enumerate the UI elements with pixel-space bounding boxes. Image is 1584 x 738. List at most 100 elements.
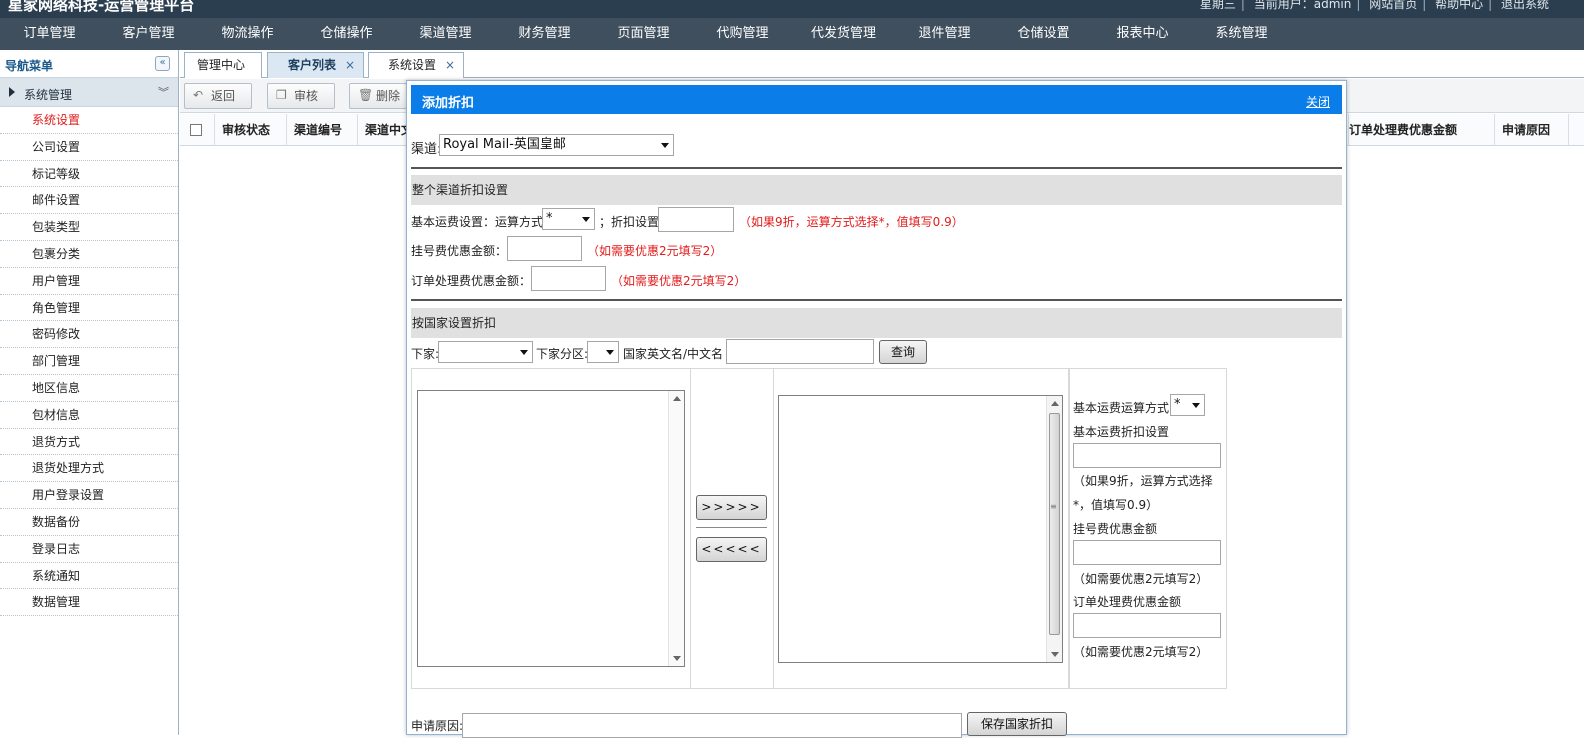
- sidebar-item-material-info[interactable]: 包材信息: [0, 402, 178, 429]
- sidebar-item-login-log[interactable]: 登录日志: [0, 536, 178, 563]
- sidebar-item-password-change[interactable]: 密码修改: [0, 321, 178, 349]
- scroll-up-icon[interactable]: [673, 396, 681, 401]
- channel-label: 渠道:: [411, 142, 442, 157]
- sidebar-item-return-handling[interactable]: 退货处理方式: [0, 455, 178, 483]
- sidebar-item-mark-level[interactable]: 标记等级: [0, 161, 178, 188]
- reason-input[interactable]: [462, 713, 962, 738]
- right-reg-input[interactable]: [1073, 540, 1221, 565]
- nav-purchase-agent[interactable]: 代购管理: [693, 18, 792, 50]
- delete-button[interactable]: 🗑 删除: [349, 83, 407, 109]
- nav-warehouse-operation[interactable]: 仓储操作: [297, 18, 396, 50]
- nav-system-management[interactable]: 系统管理: [1192, 18, 1291, 50]
- customer-label: 下家:: [411, 347, 440, 361]
- move-right-button[interactable]: >>>>>: [696, 495, 767, 520]
- divider: [411, 299, 1342, 301]
- right-order-input[interactable]: [1073, 613, 1221, 638]
- select-all-cell: [180, 114, 215, 146]
- scrollbar[interactable]: [668, 391, 684, 666]
- right-reg-hint: （如需要优惠2元填写2）: [1073, 572, 1209, 586]
- nav-return-management[interactable]: 退件管理: [895, 18, 994, 50]
- sidebar-item-package-type[interactable]: 包装类型: [0, 214, 178, 241]
- sidebar-title: 导航菜单: [5, 59, 54, 73]
- scrollbar[interactable]: ≡: [1046, 396, 1062, 662]
- country-name-input[interactable]: [726, 339, 874, 364]
- scroll-up-icon[interactable]: [1051, 401, 1059, 406]
- col-audit-status[interactable]: 审核状态: [215, 114, 287, 146]
- reg-fee-input[interactable]: [507, 236, 582, 261]
- nav-customer-management[interactable]: 客户管理: [99, 18, 198, 50]
- tab-customer-list[interactable]: 客户列表 ×: [267, 52, 364, 78]
- sidebar-item-system-notice[interactable]: 系统通知: [0, 563, 178, 590]
- right-discount-input[interactable]: [1073, 443, 1221, 468]
- base-fee-operator-select[interactable]: *: [542, 208, 595, 230]
- dialog-close-link[interactable]: 关闭: [1306, 93, 1330, 110]
- close-tab-icon[interactable]: ×: [345, 53, 355, 77]
- right-discount-label: 基本运费折扣设置: [1073, 425, 1170, 439]
- sidebar-item-login-settings[interactable]: 用户登录设置: [0, 482, 178, 509]
- sidebar-item-system-settings[interactable]: 系统设置: [0, 107, 178, 134]
- sidebar-item-role-management[interactable]: 角色管理: [0, 295, 178, 322]
- nav-order-management[interactable]: 订单管理: [0, 18, 99, 50]
- select-all-checkbox[interactable]: [190, 124, 202, 136]
- sidebar-item-region-info[interactable]: 地区信息: [0, 375, 178, 402]
- back-button[interactable]: ↶ 返回: [184, 83, 252, 109]
- collapse-sidebar-icon[interactable]: «: [155, 56, 170, 71]
- right-order-label: 订单处理费优惠金额: [1073, 595, 1182, 609]
- scroll-thumb[interactable]: [1049, 413, 1060, 635]
- col-channel-code[interactable]: 渠道编号: [287, 114, 358, 146]
- sidebar-item-data-management[interactable]: 数据管理: [0, 589, 178, 617]
- audit-button-label: 审核: [294, 89, 319, 103]
- sidebar-item-department-management[interactable]: 部门管理: [0, 348, 178, 375]
- order-fee-label: 订单处理费优惠金额：: [411, 274, 532, 288]
- tab-admin-center[interactable]: 管理中心: [184, 52, 262, 78]
- sidebar-group-system[interactable]: 系统管理 ︾: [0, 78, 178, 107]
- customer-select[interactable]: [438, 341, 533, 363]
- move-left-button[interactable]: <<<<<: [696, 537, 767, 562]
- col-apply-reason[interactable]: 申请原因: [1495, 114, 1569, 146]
- expand-arrow-icon: [9, 87, 15, 97]
- save-country-discount-button[interactable]: 保存国家折扣: [967, 712, 1067, 736]
- site-home-link[interactable]: 网站首页: [1364, 0, 1422, 11]
- nav-page-management[interactable]: 页面管理: [594, 18, 693, 50]
- sidebar-item-mail-settings[interactable]: 邮件设置: [0, 187, 178, 215]
- dropdown-arrow-icon: [1192, 403, 1200, 408]
- dropdown-arrow-icon: [661, 143, 669, 148]
- col-order-fee-discount[interactable]: 订单处理费优惠金额: [1348, 114, 1495, 146]
- selected-countries-list[interactable]: ≡: [778, 395, 1063, 663]
- section-by-country: 按国家设置折扣: [411, 308, 1342, 338]
- dropdown-arrow-icon: [606, 350, 614, 355]
- discount-input[interactable]: [658, 207, 734, 232]
- sidebar-item-data-backup[interactable]: 数据备份: [0, 509, 178, 536]
- right-order-hint: （如需要优惠2元填写2）: [1073, 645, 1209, 659]
- scroll-down-icon[interactable]: [673, 656, 681, 661]
- sidebar-item-user-management[interactable]: 用户管理: [0, 268, 178, 295]
- sidebar-item-return-method[interactable]: 退货方式: [0, 429, 178, 456]
- chevron-double-down-icon[interactable]: ︾: [158, 84, 169, 100]
- nav-report-center[interactable]: 报表中心: [1093, 18, 1192, 50]
- sidebar-item-company-settings[interactable]: 公司设置: [0, 134, 178, 161]
- tab-label: 管理中心: [197, 58, 246, 72]
- tab-label: 客户列表: [288, 58, 337, 72]
- close-tab-icon[interactable]: ×: [445, 53, 455, 77]
- help-center-link[interactable]: 帮助中心: [1430, 0, 1488, 11]
- nav-finance-management[interactable]: 财务管理: [495, 18, 594, 50]
- order-fee-input[interactable]: [531, 266, 606, 291]
- section-whole-channel: 整个渠道折扣设置: [411, 175, 1342, 205]
- sidebar-item-parcel-category[interactable]: 包裹分类: [0, 241, 178, 268]
- audit-button[interactable]: ❐ 审核: [267, 83, 335, 109]
- available-countries-list[interactable]: [417, 390, 685, 667]
- nav-dropship-management[interactable]: 代发货管理: [792, 18, 895, 50]
- query-button[interactable]: 查询: [879, 340, 927, 364]
- country-name-label: 国家英文名/中文名: [623, 347, 724, 361]
- customer-zone-select[interactable]: [587, 341, 619, 363]
- right-discount-hint: （如果9折，运算方式选择*，值填写0.9）: [1073, 474, 1213, 512]
- right-base-op-select[interactable]: *: [1170, 394, 1205, 416]
- channel-select[interactable]: Royal Mail-英国皇邮: [439, 134, 674, 156]
- nav-logistics-operation[interactable]: 物流操作: [198, 18, 297, 50]
- scroll-down-icon[interactable]: [1051, 652, 1059, 657]
- logout-link[interactable]: 退出系统: [1496, 0, 1554, 11]
- nav-channel-management[interactable]: 渠道管理: [396, 18, 495, 50]
- dropdown-arrow-icon: [582, 217, 590, 222]
- nav-warehouse-settings[interactable]: 仓储设置: [994, 18, 1093, 50]
- tab-system-settings[interactable]: 系统设置 ×: [368, 52, 464, 78]
